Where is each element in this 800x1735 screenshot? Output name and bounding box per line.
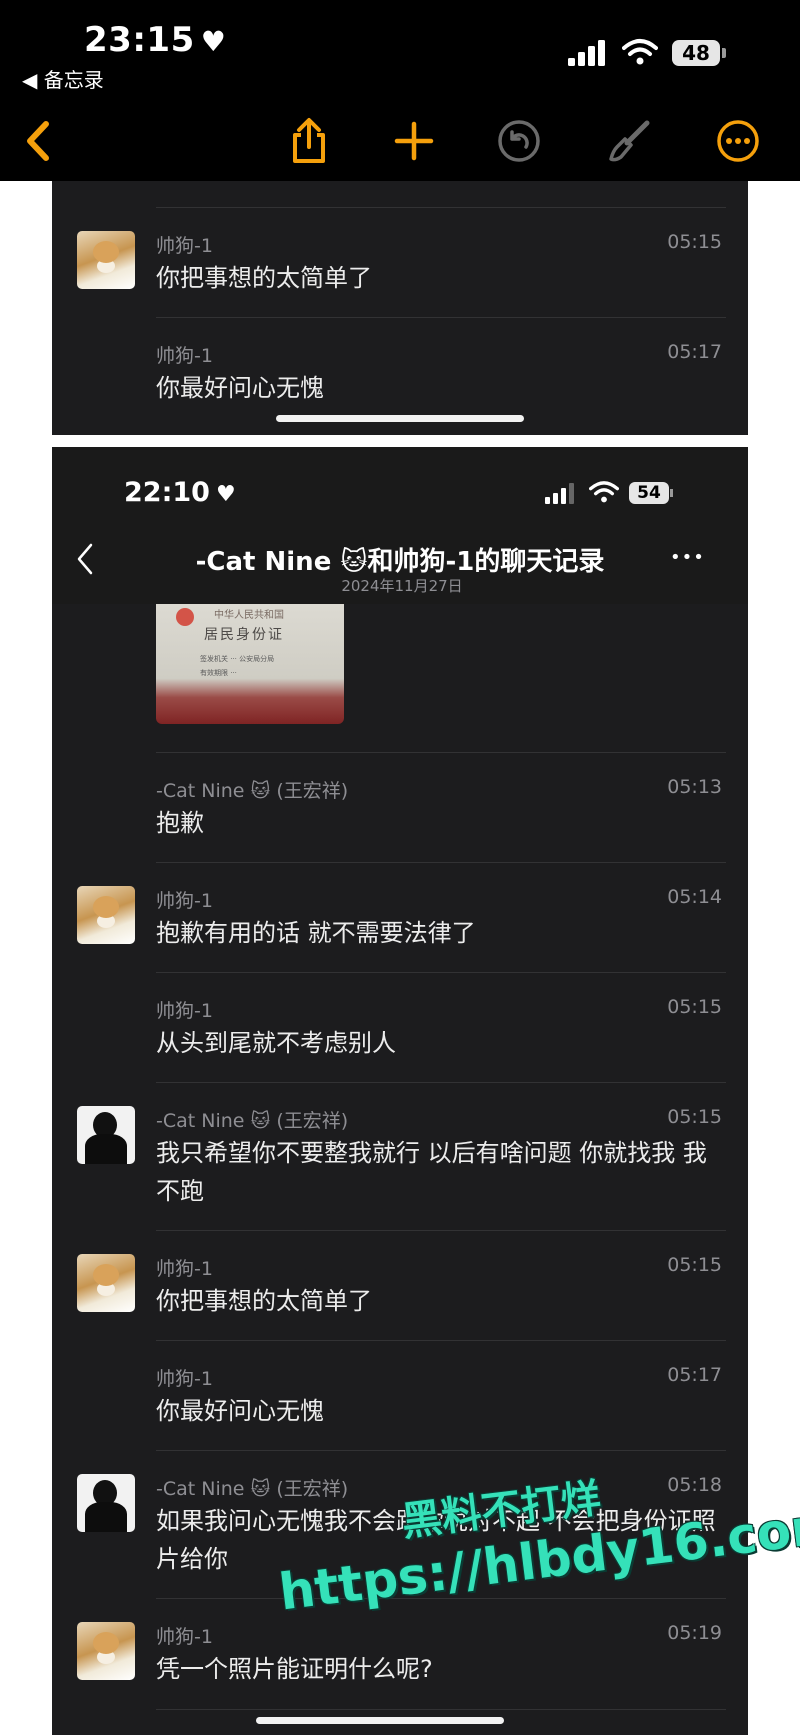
chevron-left-icon[interactable] (76, 543, 94, 579)
message-text: 你把事想的太简单了 (156, 264, 372, 292)
sender-name: -Cat Nine 🐱 (王宏祥) (156, 1110, 349, 1132)
message-text: 凭一个照片能证明什么呢? (156, 1655, 433, 1683)
avatar (77, 1254, 135, 1312)
plus-icon[interactable] (389, 116, 439, 166)
message-time: 05:15 (667, 1106, 722, 1128)
emblem-icon (176, 608, 194, 626)
sender-name: -Cat Nine 🐱 (王宏祥) (156, 780, 349, 802)
message-time: 05:15 (667, 1254, 722, 1276)
message-time: 05:13 (667, 776, 722, 798)
avatar (77, 231, 135, 289)
more-circle-icon[interactable] (713, 116, 763, 166)
sender-name: 帅狗-1 (156, 345, 213, 367)
battery-indicator: 54 (629, 482, 669, 504)
message-text: 你最好问心无愧 (156, 374, 324, 402)
status-time: 23:15 ♥ (84, 20, 227, 60)
battery-tip (670, 489, 673, 497)
back-to-app-link[interactable]: ◀ 备忘录 (22, 64, 104, 93)
image-text: 中华人民共和国 (214, 610, 284, 621)
heart-icon: ♥ (200, 25, 227, 58)
avatar (77, 1622, 135, 1680)
divider (156, 1230, 726, 1231)
status-and-toolbar: 23:15 ♥ ◀ 备忘录 48 (0, 0, 800, 181)
message-time: 05:15 (667, 996, 722, 1018)
chat-title: -Cat Nine 🐱和帅狗-1的聊天记录 (195, 547, 605, 577)
avatar (77, 1474, 135, 1532)
image-text: 有效期限 ··· (200, 669, 237, 677)
message-text: 抱歉有用的话 就不需要法律了 (156, 919, 476, 947)
message-time: 05:17 (667, 1364, 722, 1386)
message-text: 抱歉 (156, 809, 204, 837)
wifi-icon (589, 481, 619, 503)
home-indicator (256, 1717, 504, 1724)
sender-name: 帅狗-1 (156, 235, 213, 257)
id-card-photo[interactable]: 中华人民共和国 居民身份证 签发机关 ··· 公安局分局 有效期限 ··· (156, 604, 344, 724)
home-indicator (276, 415, 524, 422)
wifi-icon (622, 39, 658, 65)
divider (156, 972, 726, 973)
message-time: 05:19 (667, 1622, 722, 1644)
message-text: 你最好问心无愧 (156, 1397, 324, 1425)
chat-date: 2024年11月27日 (341, 577, 463, 595)
heart-icon: ♥ (215, 482, 236, 507)
sender-name: 帅狗-1 (156, 1000, 213, 1022)
share-icon[interactable] (284, 116, 334, 166)
signal-icon (568, 40, 605, 66)
message-time: 05:14 (667, 886, 722, 908)
sender-name: 帅狗-1 (156, 890, 213, 912)
divider (156, 1450, 726, 1451)
sender-name: 帅狗-1 (156, 1368, 213, 1390)
avatar (77, 886, 135, 944)
image-text: 签发机关 ··· 公安局分局 (200, 655, 275, 663)
divider (156, 207, 726, 208)
battery-indicator: 48 (672, 40, 720, 66)
sender-name: -Cat Nine 🐱 (王宏祥) (156, 1478, 349, 1500)
divider (156, 1709, 726, 1710)
divider (156, 317, 726, 318)
divider (156, 1340, 726, 1341)
avatar (77, 1106, 135, 1164)
more-icon[interactable]: ••• (670, 547, 705, 568)
inner-status-time: 22:10 ♥ (124, 477, 236, 508)
divider (156, 862, 726, 863)
chevron-left-icon[interactable] (12, 116, 62, 166)
image-text: 居民身份证 (204, 627, 284, 643)
sender-name: 帅狗-1 (156, 1626, 213, 1648)
message-text: 从头到尾就不考虑别人 (156, 1029, 396, 1057)
message-time: 05:15 (667, 231, 722, 253)
undo-icon[interactable] (494, 116, 544, 166)
divider (156, 752, 726, 753)
message-text: 你把事想的太简单了 (156, 1287, 372, 1315)
screenshot-card-top: 帅狗-1 05:15 你把事想的太简单了 帅狗-1 05:17 你最好问心无愧 (52, 181, 748, 435)
message-time: 05:18 (667, 1474, 722, 1496)
sender-name: 帅狗-1 (156, 1258, 213, 1280)
message-text: 我只希望你不要整我就行 以后有啥问题 你就找我 我不跑 (156, 1139, 707, 1205)
signal-icon (545, 483, 574, 504)
divider (156, 1082, 726, 1083)
battery-tip (722, 48, 726, 58)
brush-icon[interactable] (604, 116, 654, 166)
message-time: 05:17 (667, 341, 722, 363)
